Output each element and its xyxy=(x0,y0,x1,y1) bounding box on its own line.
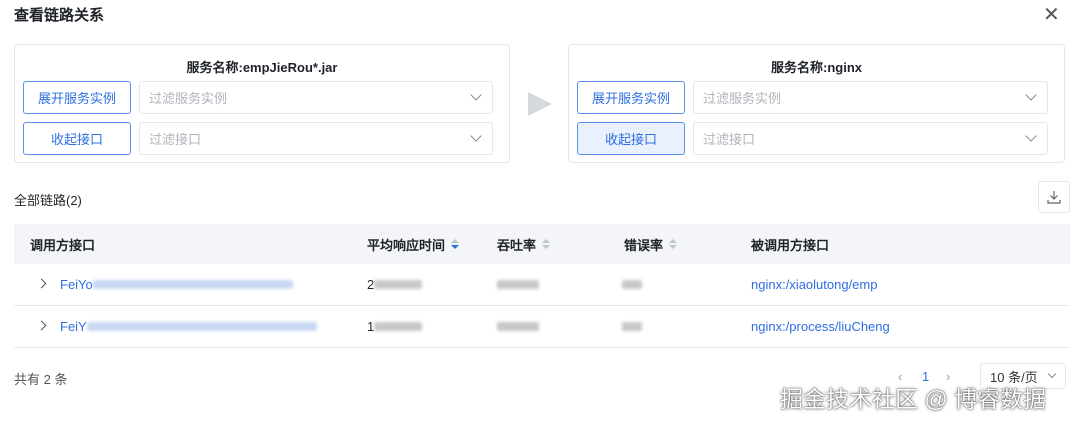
callee-api[interactable]: nginx:/xiaolutong/emp xyxy=(751,264,877,305)
avg-response: 1 xyxy=(367,306,423,347)
redacted xyxy=(622,322,642,331)
filter-api-select[interactable]: 过滤接口 xyxy=(139,122,493,155)
col-avg-response[interactable]: 平均响应时间 xyxy=(367,224,460,264)
header-label: 吞吐率 xyxy=(497,237,537,253)
chevron-right-icon[interactable] xyxy=(36,278,47,289)
chevron-down-icon xyxy=(1047,369,1057,379)
collapse-api-button[interactable]: 收起接口 xyxy=(577,122,685,155)
redacted xyxy=(374,280,423,289)
caller-service-card: 服务名称:empJieRou*.jar 展开服务实例 过滤服务实例 收起接口 过… xyxy=(14,44,510,163)
placeholder: 过滤接口 xyxy=(703,132,756,147)
collapse-api-button[interactable]: 收起接口 xyxy=(23,122,131,155)
redacted xyxy=(374,322,423,331)
sort-icon[interactable] xyxy=(451,239,460,249)
redacted xyxy=(497,322,539,331)
download-icon xyxy=(1047,191,1061,204)
close-icon[interactable]: ✕ xyxy=(1043,2,1060,27)
filter-instance-select[interactable]: 过滤服务实例 xyxy=(139,81,493,114)
caller-api[interactable]: FeiY xyxy=(60,306,317,347)
caller-api[interactable]: FeiYo xyxy=(60,264,293,305)
links-count: 全部链路(2) xyxy=(14,193,82,208)
col-throughput[interactable]: 吞吐率 xyxy=(497,224,551,264)
col-caller: 调用方接口 xyxy=(30,237,96,253)
col-error-rate[interactable]: 错误率 xyxy=(624,224,678,264)
error-rate xyxy=(622,264,642,305)
expand-instances-button[interactable]: 展开服务实例 xyxy=(577,81,685,114)
chevron-down-icon xyxy=(470,130,482,142)
placeholder: 过滤服务实例 xyxy=(149,91,228,106)
filter-api-select[interactable]: 过滤接口 xyxy=(693,122,1048,155)
chevron-down-icon xyxy=(1025,89,1037,101)
placeholder: 过滤接口 xyxy=(149,132,202,147)
service-name: 服务名称:nginx xyxy=(771,60,862,75)
download-button[interactable] xyxy=(1038,181,1070,213)
chevron-down-icon xyxy=(1025,130,1037,142)
throughput xyxy=(497,306,539,347)
chevron-down-icon xyxy=(470,89,482,101)
callee-service-card: 服务名称:nginx 展开服务实例 过滤服务实例 收起接口 过滤接口 xyxy=(568,44,1065,163)
redacted xyxy=(497,280,539,289)
caller-text: FeiYo xyxy=(60,277,93,292)
expand-instances-button[interactable]: 展开服务实例 xyxy=(23,81,131,114)
sort-icon[interactable] xyxy=(669,239,678,249)
error-rate xyxy=(622,306,642,347)
redacted xyxy=(92,280,293,289)
caller-text: FeiY xyxy=(60,319,87,334)
chevron-right-icon[interactable] xyxy=(36,320,47,331)
total-count: 共有 2 条 xyxy=(14,372,68,387)
table-header: 调用方接口 平均响应时间 吞吐率 错误率 被调用方接口 xyxy=(14,224,1070,264)
watermark: 掘金技术社区 @ 博睿数据 xyxy=(780,386,1047,412)
redacted xyxy=(622,280,642,289)
filter-instance-select[interactable]: 过滤服务实例 xyxy=(693,81,1048,114)
service-name: 服务名称:empJieRou*.jar xyxy=(186,60,338,75)
arrow-right-icon xyxy=(528,92,552,116)
header-label: 平均响应时间 xyxy=(367,237,446,253)
avg-response: 2 xyxy=(367,264,423,305)
table-row[interactable]: FeiYo 2 nginx:/xiaolutong/emp xyxy=(14,264,1070,306)
placeholder: 过滤服务实例 xyxy=(703,91,782,106)
avg-text: 1 xyxy=(367,319,375,334)
redacted xyxy=(86,322,317,331)
callee-api[interactable]: nginx:/process/liuCheng xyxy=(751,306,890,347)
table-row[interactable]: FeiY 1 nginx:/process/liuCheng xyxy=(14,306,1070,348)
throughput xyxy=(497,264,539,305)
dialog-title: 查看链路关系 xyxy=(14,7,105,24)
sort-icon[interactable] xyxy=(542,239,551,249)
header-label: 错误率 xyxy=(624,237,664,253)
col-callee: 被调用方接口 xyxy=(751,237,830,253)
avg-text: 2 xyxy=(367,277,375,292)
